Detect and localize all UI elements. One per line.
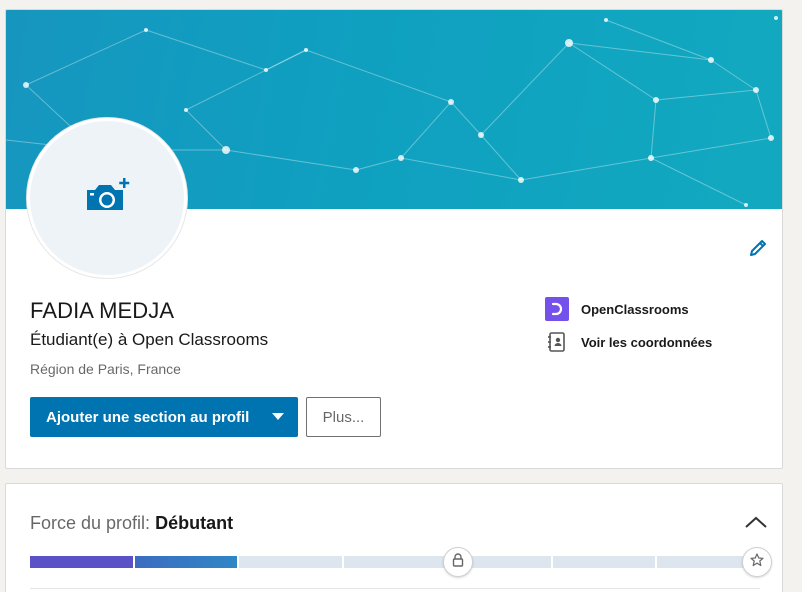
education-link[interactable]: OpenClassrooms (545, 297, 689, 321)
milestone-star[interactable] (742, 547, 772, 577)
caret-down-icon (272, 413, 284, 420)
profile-location: Région de Paris, France (30, 361, 181, 377)
profile-strength-meter (30, 556, 761, 568)
divider (30, 588, 760, 589)
collapse-button[interactable] (744, 512, 768, 536)
meter-segment (239, 556, 342, 568)
contact-info-link[interactable]: Voir les coordonnées (545, 330, 712, 354)
edit-intro-button[interactable] (744, 236, 772, 264)
meter-segment (134, 556, 238, 568)
chevron-up-icon (745, 515, 767, 533)
profile-strength-card: Force du profil: Débutant (5, 483, 783, 592)
lock-icon (452, 552, 464, 572)
camera-add-icon (83, 176, 131, 221)
add-profile-section-button[interactable]: Ajouter une section au profil (30, 397, 298, 437)
star-icon (750, 552, 764, 572)
profile-name: FADIA MEDJA (30, 298, 175, 323)
education-label: OpenClassrooms (581, 301, 689, 317)
meter-segment (343, 556, 447, 568)
contact-info-label: Voir les coordonnées (581, 334, 713, 350)
profile-strength-title: Force du profil: Débutant (30, 513, 233, 534)
profile-strength-level: Débutant (155, 513, 234, 533)
meter-segment (30, 556, 133, 568)
add-profile-section-label: Ajouter une section au profil (46, 408, 250, 426)
more-button[interactable]: Plus... (306, 397, 381, 437)
address-book-icon (545, 330, 569, 354)
meter-segment (552, 556, 656, 568)
profile-strength-label: Force du profil: (30, 513, 151, 533)
profile-photo-placeholder[interactable] (27, 118, 187, 278)
pencil-icon (747, 237, 769, 264)
milestone-lock[interactable] (443, 547, 473, 577)
profile-card: FADIA MEDJA Étudiant(e) à Open Classroom… (5, 9, 783, 469)
profile-headline: Étudiant(e) à Open Classrooms (30, 330, 269, 349)
openclassrooms-logo (545, 297, 569, 321)
